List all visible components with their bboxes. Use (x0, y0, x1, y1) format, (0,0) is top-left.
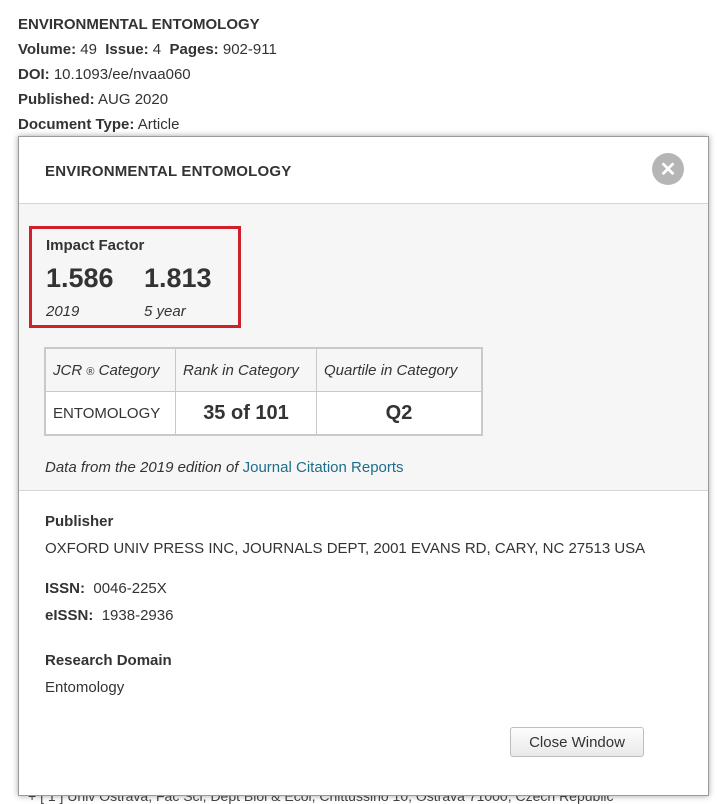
impact-factor-year-label: 2019 (46, 303, 80, 320)
doctype-line: Document Type: Article (18, 112, 277, 137)
impact-factor-label: Impact Factor (46, 237, 145, 254)
dialog-title: ENVIRONMENTAL ENTOMOLOGY (45, 163, 292, 180)
journal-info-dialog: ENVIRONMENTAL ENTOMOLOGY ✕ Impact Factor… (18, 136, 709, 796)
jcr-category-table: JCR ® Category Rank in Category Quartile… (44, 347, 483, 436)
research-domain-value: Entomology (45, 679, 125, 696)
issn-line: ISSN: 0046-225X (45, 580, 167, 597)
issn-label: ISSN: (45, 580, 86, 597)
published-line: Published: AUG 2020 (18, 87, 277, 112)
header-rank: Rank in Category (175, 347, 317, 392)
volume-line: Volume: 49 Issue: 4 Pages: 902-911 (18, 37, 277, 62)
impact-factor-box: Impact Factor 1.586 1.813 2019 5 year (29, 226, 241, 328)
eissn-value: 1938-2936 (101, 607, 174, 624)
doctype-value: Article (137, 116, 180, 133)
category-cell: ENTOMOLOGY (44, 391, 176, 436)
impact-factor-5yr-value: 1.813 (144, 263, 212, 293)
published-label: Published: (18, 91, 95, 108)
issn-value: 0046-225X (93, 580, 167, 597)
impact-factor-2019-value: 1.586 (46, 263, 114, 293)
impact-factor-5yr-label: 5 year (144, 303, 186, 320)
pages-label: Pages: (169, 41, 219, 58)
volume-label: Volume: (18, 41, 77, 58)
quartile-cell: Q2 (316, 391, 483, 436)
pages-value: 902-911 (222, 41, 277, 58)
rank-cell: 35 of 101 (175, 391, 317, 436)
data-source-note: Data from the 2019 edition of Journal Ci… (45, 459, 404, 476)
eissn-line: eISSN: 1938-2936 (45, 607, 173, 624)
header-jcr-category: JCR ® Category (44, 347, 176, 392)
jcr-link[interactable]: Journal Citation Reports (243, 459, 404, 476)
doi-label: DOI: (18, 66, 50, 83)
published-value: AUG 2020 (98, 91, 169, 108)
jcr-section: Impact Factor 1.586 1.813 2019 5 year JC… (19, 204, 708, 491)
eissn-label: eISSN: (45, 607, 94, 624)
close-window-button[interactable]: Close Window (510, 727, 644, 757)
issue-label: Issue: (105, 41, 149, 58)
journal-title[interactable]: ENVIRONMENTAL ENTOMOLOGY (18, 12, 277, 37)
dialog-header: ENVIRONMENTAL ENTOMOLOGY ✕ (19, 137, 708, 204)
doi-line: DOI: 10.1093/ee/nvaa060 (18, 62, 277, 87)
publisher-value: OXFORD UNIV PRESS INC, JOURNALS DEPT, 20… (45, 540, 646, 557)
volume-value: 49 (80, 41, 97, 58)
table-header-row: JCR ® Category Rank in Category Quartile… (44, 347, 483, 392)
research-domain-label: Research Domain (45, 652, 172, 669)
issue-value: 4 (152, 41, 162, 58)
publisher-label: Publisher (45, 513, 114, 530)
doctype-label: Document Type: (18, 116, 135, 133)
close-icon[interactable]: ✕ (652, 153, 684, 185)
header-quartile: Quartile in Category (316, 347, 483, 392)
doi-value: 10.1093/ee/nvaa060 (53, 66, 191, 83)
record-metadata: ENVIRONMENTAL ENTOMOLOGY Volume: 49 Issu… (18, 12, 277, 137)
table-row: ENTOMOLOGY 35 of 101 Q2 (44, 391, 483, 436)
